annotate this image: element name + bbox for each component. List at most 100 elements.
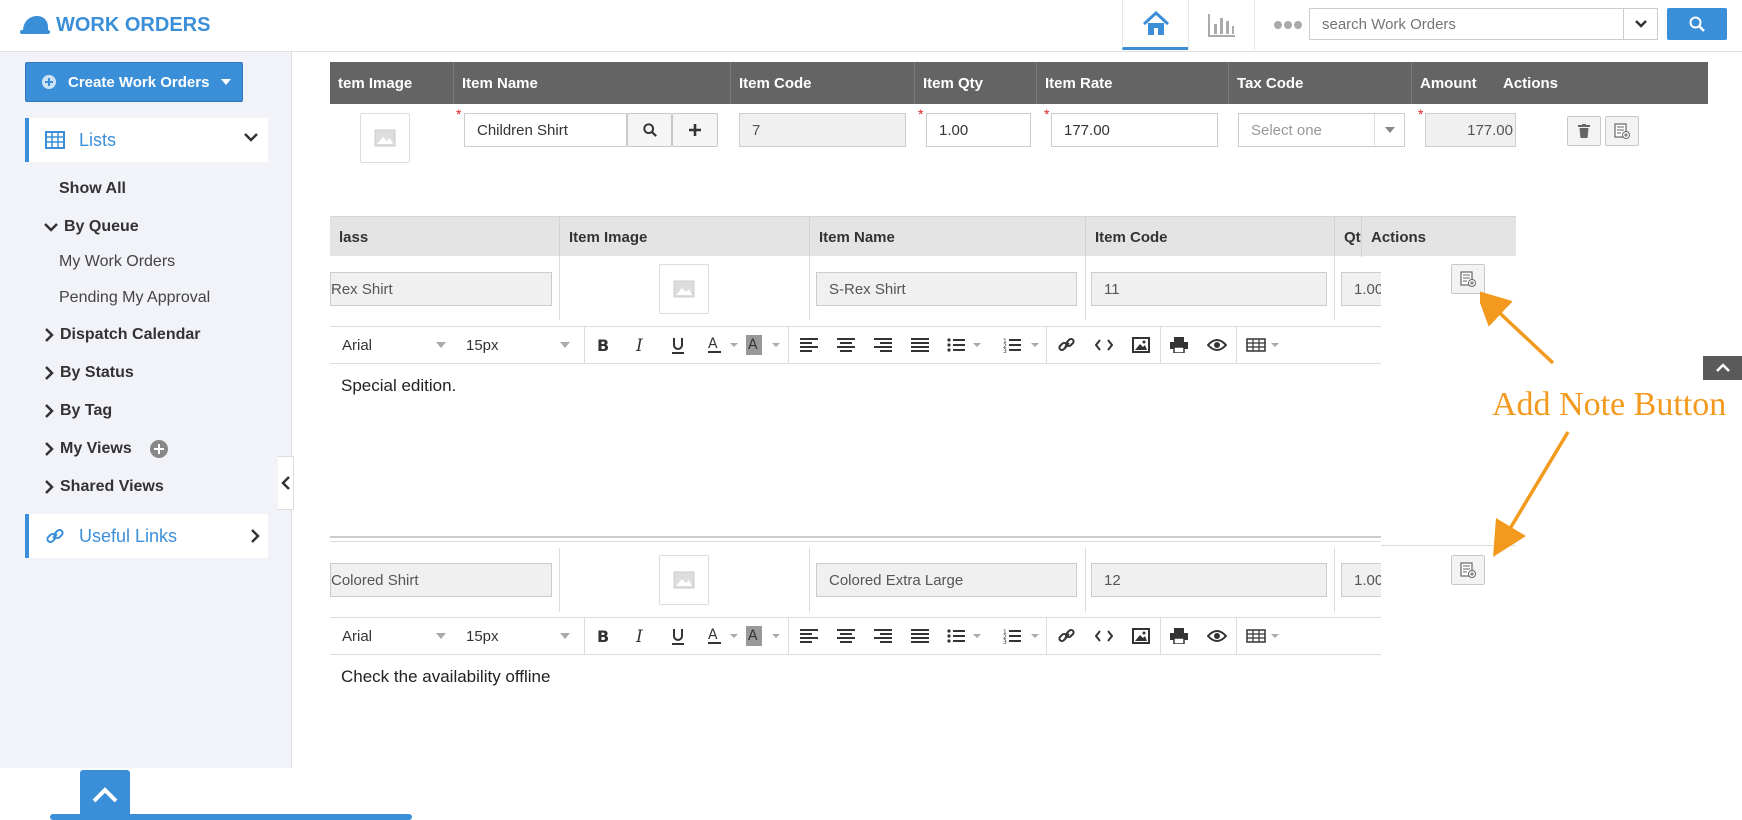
preview-button[interactable] [1207,618,1227,654]
editor-resize-bar[interactable] [330,536,1381,542]
tax-code-select[interactable]: Select one [1238,113,1405,147]
scroll-up-button[interactable] [1703,356,1742,380]
calendar-grid-icon [45,131,65,149]
align-left-icon [800,629,818,643]
code-view-button[interactable] [1095,327,1113,363]
justify-button[interactable] [911,327,929,363]
align-left-button[interactable] [800,327,818,363]
scroll-to-top-button[interactable] [80,770,130,820]
code-view-button[interactable] [1095,618,1113,654]
italic-button[interactable]: I [634,327,648,363]
item-image-placeholder[interactable] [659,264,709,314]
reports-button[interactable] [1188,0,1254,50]
cap-icon [20,16,50,34]
nav-show-all[interactable]: Show All [59,180,126,198]
bullet-list-button[interactable] [947,327,983,363]
item-image-placeholder[interactable] [659,555,709,605]
lists-panel[interactable]: Lists [25,118,268,162]
align-left-button[interactable] [800,618,818,654]
plus-circle-icon [42,75,56,89]
preview-button[interactable] [1207,327,1227,363]
nav-dispatch-calendar[interactable]: Dispatch Calendar [44,326,200,344]
font-size-select[interactable]: 15px [466,327,574,363]
underline-button[interactable] [671,327,685,363]
insert-image-button[interactable] [1132,618,1150,654]
highlight-icon: A [746,626,780,646]
underline-button[interactable] [671,618,685,654]
item-name-field: S-Rex Shirt [816,272,1077,306]
note-editor-content[interactable]: Special edition. [341,376,456,396]
search-input[interactable] [1310,9,1623,39]
print-button[interactable] [1170,327,1188,363]
image-icon [1132,628,1150,644]
item-qty-input[interactable]: 1.00 [926,113,1031,147]
item-add-button[interactable] [672,113,718,147]
align-right-icon [874,629,892,643]
font-color-button[interactable]: A [708,618,738,654]
search-filter-dropdown[interactable] [1623,9,1657,39]
cell-divider [1334,548,1335,612]
nav-shared-views[interactable]: Shared Views [44,478,164,496]
item-rate-input[interactable]: 177.00 [1051,113,1218,147]
caret-down-icon [221,79,232,85]
add-note-button[interactable] [1605,116,1639,146]
home-button[interactable] [1122,0,1188,50]
insert-image-button[interactable] [1132,327,1150,363]
item-table-header: tem Image Item Name Item Code Item Qty I… [330,62,1708,104]
highlight-button[interactable]: A [746,618,780,654]
search-button[interactable] [1667,8,1727,40]
font-family-select[interactable]: Arial [342,618,450,654]
amount-field: 177.00 [1425,113,1516,147]
note-add-icon [1460,271,1476,287]
align-center-button[interactable] [837,618,855,654]
numbered-list-button[interactable]: 123 [1003,327,1041,363]
bold-button[interactable]: B [596,618,610,654]
trash-icon [1578,124,1590,138]
nav-by-tag-label: By Tag [60,402,113,419]
print-button[interactable] [1170,618,1188,654]
justify-button[interactable] [911,618,929,654]
create-work-orders-button[interactable]: Create Work Orders [25,62,243,102]
nav-my-work-orders[interactable]: My Work Orders [59,253,175,271]
bullet-list-button[interactable] [947,618,983,654]
insert-table-button[interactable] [1246,618,1282,654]
amount-value: 177.00 [1467,121,1513,139]
useful-links-panel[interactable]: Useful Links [25,514,268,558]
eye-icon [1207,339,1227,351]
align-center-button[interactable] [837,327,855,363]
insert-link-button[interactable] [1058,327,1076,363]
numbered-list-button[interactable]: 123 [1003,618,1041,654]
bold-button[interactable]: B [596,327,610,363]
insert-table-button[interactable] [1246,327,1282,363]
code-icon [1095,630,1113,642]
nav-by-queue[interactable]: By Queue [44,218,139,236]
font-family-select[interactable]: Arial [342,327,450,363]
item-image-placeholder[interactable] [360,113,410,163]
align-right-button[interactable] [874,327,892,363]
nav-by-tag[interactable]: By Tag [44,402,112,420]
sidebar-collapse-toggle[interactable] [278,456,294,510]
header-label: Item Rate [1045,74,1113,92]
highlight-button[interactable]: A [746,327,780,363]
delete-item-button[interactable] [1567,116,1601,146]
nav-my-views[interactable]: My Views [44,440,168,458]
nav-pending-my-approval-label: Pending My Approval [59,289,211,306]
add-view-icon[interactable] [149,440,168,458]
align-right-button[interactable] [874,618,892,654]
nav-by-status[interactable]: By Status [44,364,134,382]
qty-value: 1.00 [1354,280,1381,298]
tax-code-dropdown-toggle[interactable] [1374,114,1404,146]
item-name-input[interactable]: Children Shirt [464,113,627,147]
font-color-button[interactable]: A [708,327,738,363]
search-box [1309,8,1658,40]
note-editor-content[interactable]: Check the availability offline [341,667,550,687]
font-size-select[interactable]: 15px [466,618,574,654]
item-code-field: 7 [739,113,906,147]
nav-pending-my-approval[interactable]: Pending My Approval [59,289,210,307]
italic-icon: I [635,337,643,353]
italic-button[interactable]: I [634,618,648,654]
toolbar-separator [788,618,789,654]
insert-link-button[interactable] [1058,618,1076,654]
app-brand[interactable]: WORK ORDERS [20,10,210,40]
item-search-button[interactable] [627,113,672,147]
